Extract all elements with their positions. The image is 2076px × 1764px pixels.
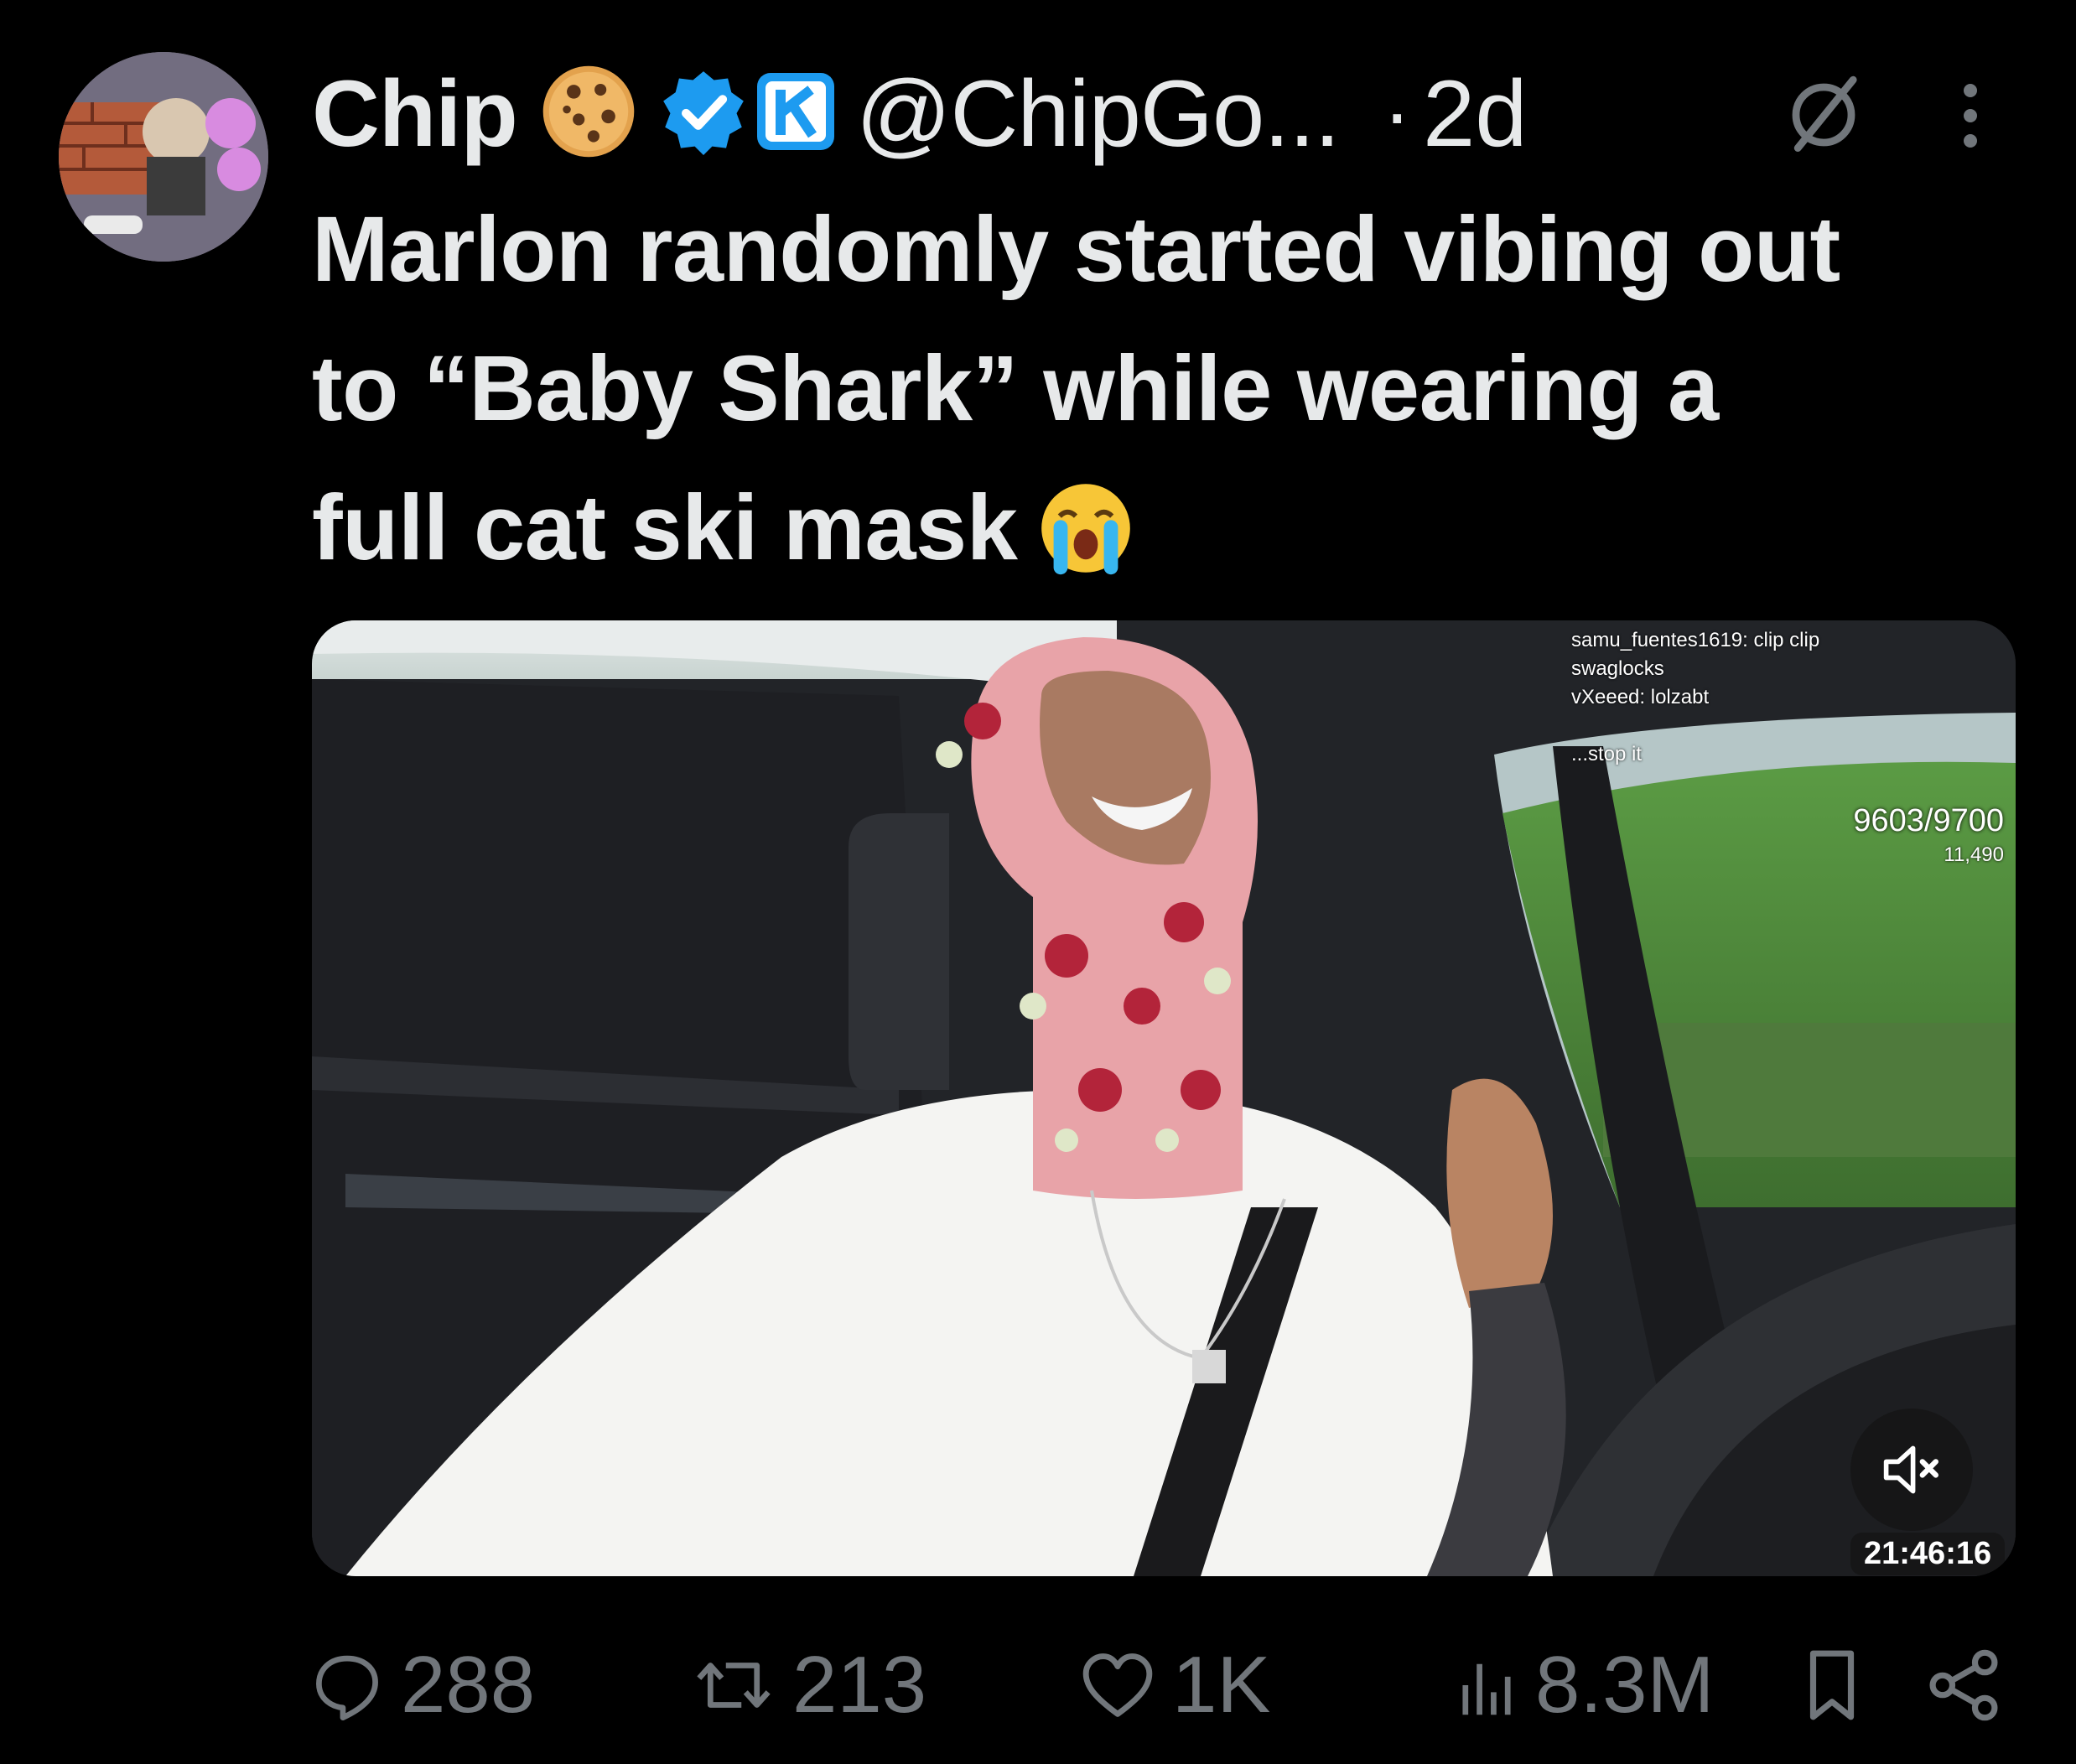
speaker-muted-icon [1883, 1445, 1938, 1494]
cookie-emoji-icon [539, 62, 638, 165]
like-button[interactable]: 1K [1082, 1639, 1270, 1731]
reply-count: 288 [401, 1640, 536, 1730]
tweet-text-line: full cat ski mask [312, 476, 1018, 579]
tweet-text: Marlon randomly started vibing out to “B… [312, 180, 2031, 598]
chat-message: vXeeed: lolzabt [1571, 686, 1710, 708]
chat-message: samu_fuentes1619: clip clip [1571, 629, 1820, 651]
repost-button[interactable]: 213 [693, 1639, 926, 1731]
separator-dot: · [1383, 65, 1411, 160]
tweet-timestamp[interactable]: 2d [1423, 60, 1528, 168]
video-duration: 21:46:16 [1850, 1533, 2006, 1575]
viewer-subcount: 11,490 [1944, 843, 2004, 866]
mute-button[interactable] [1850, 1409, 1973, 1531]
more-options-icon[interactable] [1958, 74, 1983, 162]
avatar[interactable] [59, 52, 268, 262]
chat-message: ...stop it [1571, 743, 1643, 765]
user-handle[interactable]: @ChipGo... [856, 60, 1341, 168]
tweet-header: Chip @ChipGo... · 2d [312, 50, 1528, 176]
views-button[interactable]: 8.3M [1456, 1639, 1714, 1731]
reply-button[interactable]: 288 [312, 1639, 535, 1731]
affiliate-badge-icon[interactable] [754, 70, 838, 158]
reply-icon [316, 1655, 378, 1720]
tweet-video[interactable]: samu_fuentes1619: clip clip swaglocks vX… [312, 620, 2016, 1576]
tweet-text-line: Marlon randomly started vibing out [312, 198, 1840, 301]
repost-count: 213 [792, 1640, 927, 1730]
bookmark-icon [1809, 1650, 1855, 1720]
repost-icon [697, 1663, 771, 1708]
share-button[interactable] [1926, 1639, 2001, 1731]
viewer-count: 9603/9700 [1853, 803, 2004, 838]
verified-badge-icon[interactable] [660, 68, 747, 159]
chat-message: swaglocks [1571, 657, 1664, 680]
like-count: 1K [1172, 1640, 1271, 1730]
display-name[interactable]: Chip [312, 60, 518, 168]
tweet-text-line-3: full cat ski mask [312, 459, 2031, 598]
bookmark-button[interactable] [1804, 1639, 1860, 1731]
stream-chat-overlay: samu_fuentes1619: clip clip swaglocks vX… [1571, 629, 2007, 771]
chat-message [1571, 714, 2007, 743]
tweet-text-line: to “Baby Shark” while wearing a [312, 337, 1719, 440]
loudly-crying-face-emoji-icon [1035, 478, 1136, 578]
share-icon [1929, 1649, 1998, 1721]
grok-icon[interactable] [1778, 69, 1870, 165]
view-count: 8.3M [1535, 1640, 1715, 1730]
views-chart-icon [1462, 1663, 1511, 1715]
tweet-actions: 288 213 1K 8.3M [312, 1639, 2014, 1731]
heart-icon [1082, 1653, 1153, 1717]
